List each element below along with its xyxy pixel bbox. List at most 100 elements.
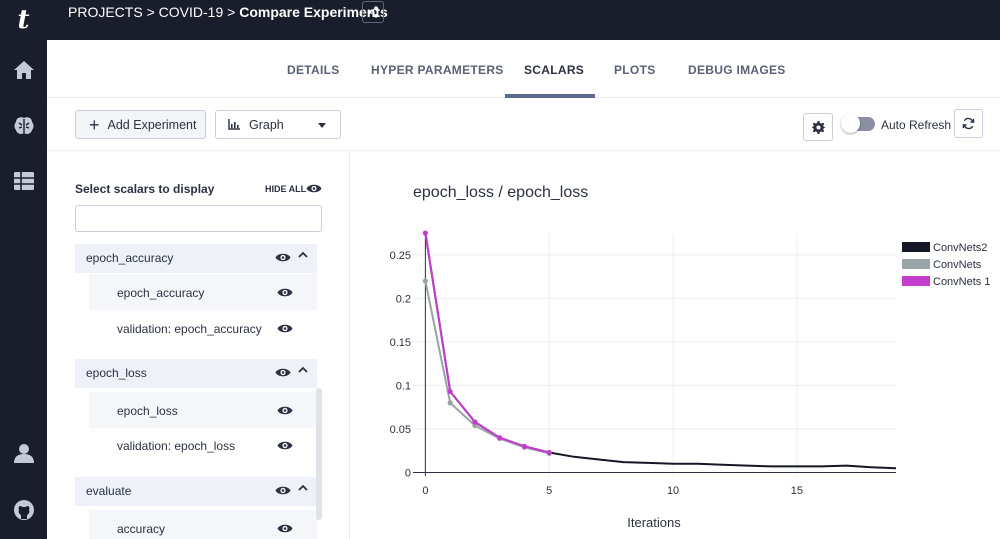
eye-icon[interactable] [277, 523, 293, 537]
x-tick-label: 10 [667, 485, 679, 497]
data-point [546, 449, 552, 456]
series-line-2 [424, 280, 550, 455]
share-button[interactable] [362, 1, 384, 23]
legend-label: ConvNets2 [933, 242, 987, 254]
x-tick-label: 15 [791, 485, 803, 497]
chart-title: epoch_loss / epoch_loss [413, 184, 589, 201]
data-point [521, 443, 528, 449]
toolbar: + Add Experiment Graph Auto Refresh [47, 99, 1000, 151]
y-tick-label: 0.25 [390, 250, 411, 262]
group-label: epoch_accuracy [86, 251, 174, 265]
breadcrumb: PROJECTS > COVID-19 > Compare Experiment… [68, 4, 388, 20]
data-point [422, 230, 428, 236]
x-tick-label: 5 [546, 485, 552, 497]
plus-icon: + [89, 114, 100, 135]
refresh-button[interactable] [954, 109, 983, 138]
eye-icon[interactable] [277, 440, 293, 454]
scalar-item-label: epoch_accuracy [117, 286, 205, 300]
chevron-down-icon [318, 123, 326, 128]
auto-refresh-label: Auto Refresh [881, 118, 952, 132]
legend-label: ConvNets 1 [933, 276, 990, 288]
data-point [472, 419, 478, 425]
add-experiment-label: Add Experiment [107, 117, 197, 132]
scalar-chart[interactable]: 0 0.05 0.1 0.15 0.2 0.25 0 5 10 15 Iterations ConvN… [350, 220, 1000, 539]
panel-scrollbar[interactable] [316, 388, 322, 520]
data-point [422, 278, 428, 284]
scalar-group-evaluate[interactable]: evaluate [75, 477, 317, 506]
legend-label: ConvNets [933, 259, 982, 271]
tab-plots[interactable]: PLOTS [614, 63, 656, 77]
view-mode-value: Graph [249, 117, 284, 132]
breadcrumb-separator: > [223, 4, 240, 20]
y-tick-label: 0.2 [396, 293, 411, 305]
share-icon [367, 6, 378, 18]
scalar-group-epoch-accuracy[interactable]: epoch_accuracy [75, 244, 317, 273]
eye-icon[interactable] [275, 367, 291, 381]
series-line-1 [424, 232, 897, 470]
eye-icon[interactable] [306, 181, 322, 199]
eye-icon[interactable] [275, 485, 291, 499]
active-tab-indicator [505, 94, 595, 98]
breadcrumb-projects[interactable]: PROJECTS [68, 4, 143, 20]
scalar-item-label: epoch_loss [117, 404, 178, 418]
tab-hyper-parameters[interactable]: HYPER PARAMETERS [371, 63, 504, 77]
tab-bar: DETAILS HYPER PARAMETERS SCALARS PLOTS D… [47, 40, 1000, 98]
y-tick-label: 0.05 [390, 424, 411, 436]
toggle-knob [841, 114, 860, 133]
scalar-selector-panel: Select scalars to display HIDE ALL epoch… [47, 152, 350, 539]
gear-icon [811, 120, 825, 134]
header-bar: PROJECTS > COVID-19 > Compare Experiment… [47, 0, 1000, 40]
left-rail: t [0, 0, 47, 539]
table-icon[interactable] [7, 166, 40, 196]
add-experiment-button[interactable]: + Add Experiment [75, 110, 206, 139]
scalar-item[interactable]: validation: epoch_accuracy [89, 310, 317, 346]
x-tick-label: 0 [422, 485, 428, 497]
legend-swatch [902, 276, 930, 286]
legend-swatch [902, 259, 930, 269]
eye-icon[interactable] [275, 252, 291, 266]
scalar-group-epoch-loss[interactable]: epoch_loss [75, 359, 317, 388]
refresh-icon [962, 117, 975, 130]
chevron-up-icon[interactable] [297, 364, 309, 378]
tab-scalars[interactable]: SCALARS [524, 63, 584, 77]
scalar-item-label: validation: epoch_loss [117, 439, 236, 453]
group-label: epoch_loss [86, 366, 147, 380]
github-icon[interactable] [7, 495, 40, 525]
scalar-item-label: accuracy [117, 522, 166, 536]
series-line-3 [424, 232, 550, 454]
eye-icon[interactable] [277, 405, 293, 419]
y-tick-label: 0 [405, 468, 411, 480]
scalar-item-label: validation: epoch_accuracy [117, 322, 262, 336]
brain-icon[interactable] [7, 111, 40, 141]
scalar-item[interactable]: epoch_loss [89, 392, 317, 428]
x-axis-label: Iterations [627, 515, 681, 530]
view-mode-select[interactable]: Graph [215, 110, 341, 139]
scalar-item[interactable]: validation: epoch_loss [89, 427, 317, 463]
y-tick-label: 0.15 [390, 337, 411, 349]
panel-title: Select scalars to display [75, 182, 215, 196]
auto-refresh-toggle[interactable] [841, 114, 875, 133]
app-logo[interactable]: t [0, 0, 47, 40]
eye-icon[interactable] [277, 323, 293, 337]
home-icon[interactable] [7, 55, 40, 85]
tab-details[interactable]: DETAILS [287, 63, 340, 77]
hide-all-button[interactable]: HIDE ALL [265, 184, 306, 194]
user-icon[interactable] [7, 438, 40, 468]
settings-button[interactable] [803, 113, 833, 141]
y-tick-label: 0.1 [396, 380, 411, 392]
group-label: evaluate [86, 484, 132, 498]
scalar-search-input[interactable] [75, 205, 322, 232]
data-point [447, 400, 453, 406]
tab-debug-images[interactable]: DEBUG IMAGES [688, 63, 786, 77]
chart-icon [228, 119, 240, 130]
breadcrumb-project[interactable]: COVID-19 [159, 4, 224, 20]
scalar-item[interactable]: epoch_accuracy [89, 274, 317, 310]
eye-icon[interactable] [277, 287, 293, 301]
data-point [497, 435, 503, 441]
chevron-up-icon[interactable] [297, 249, 309, 263]
breadcrumb-separator: > [142, 4, 159, 20]
chevron-up-icon[interactable] [297, 482, 309, 496]
data-point [447, 388, 453, 395]
legend-swatch [902, 242, 930, 252]
scalar-item[interactable]: accuracy [89, 510, 317, 539]
